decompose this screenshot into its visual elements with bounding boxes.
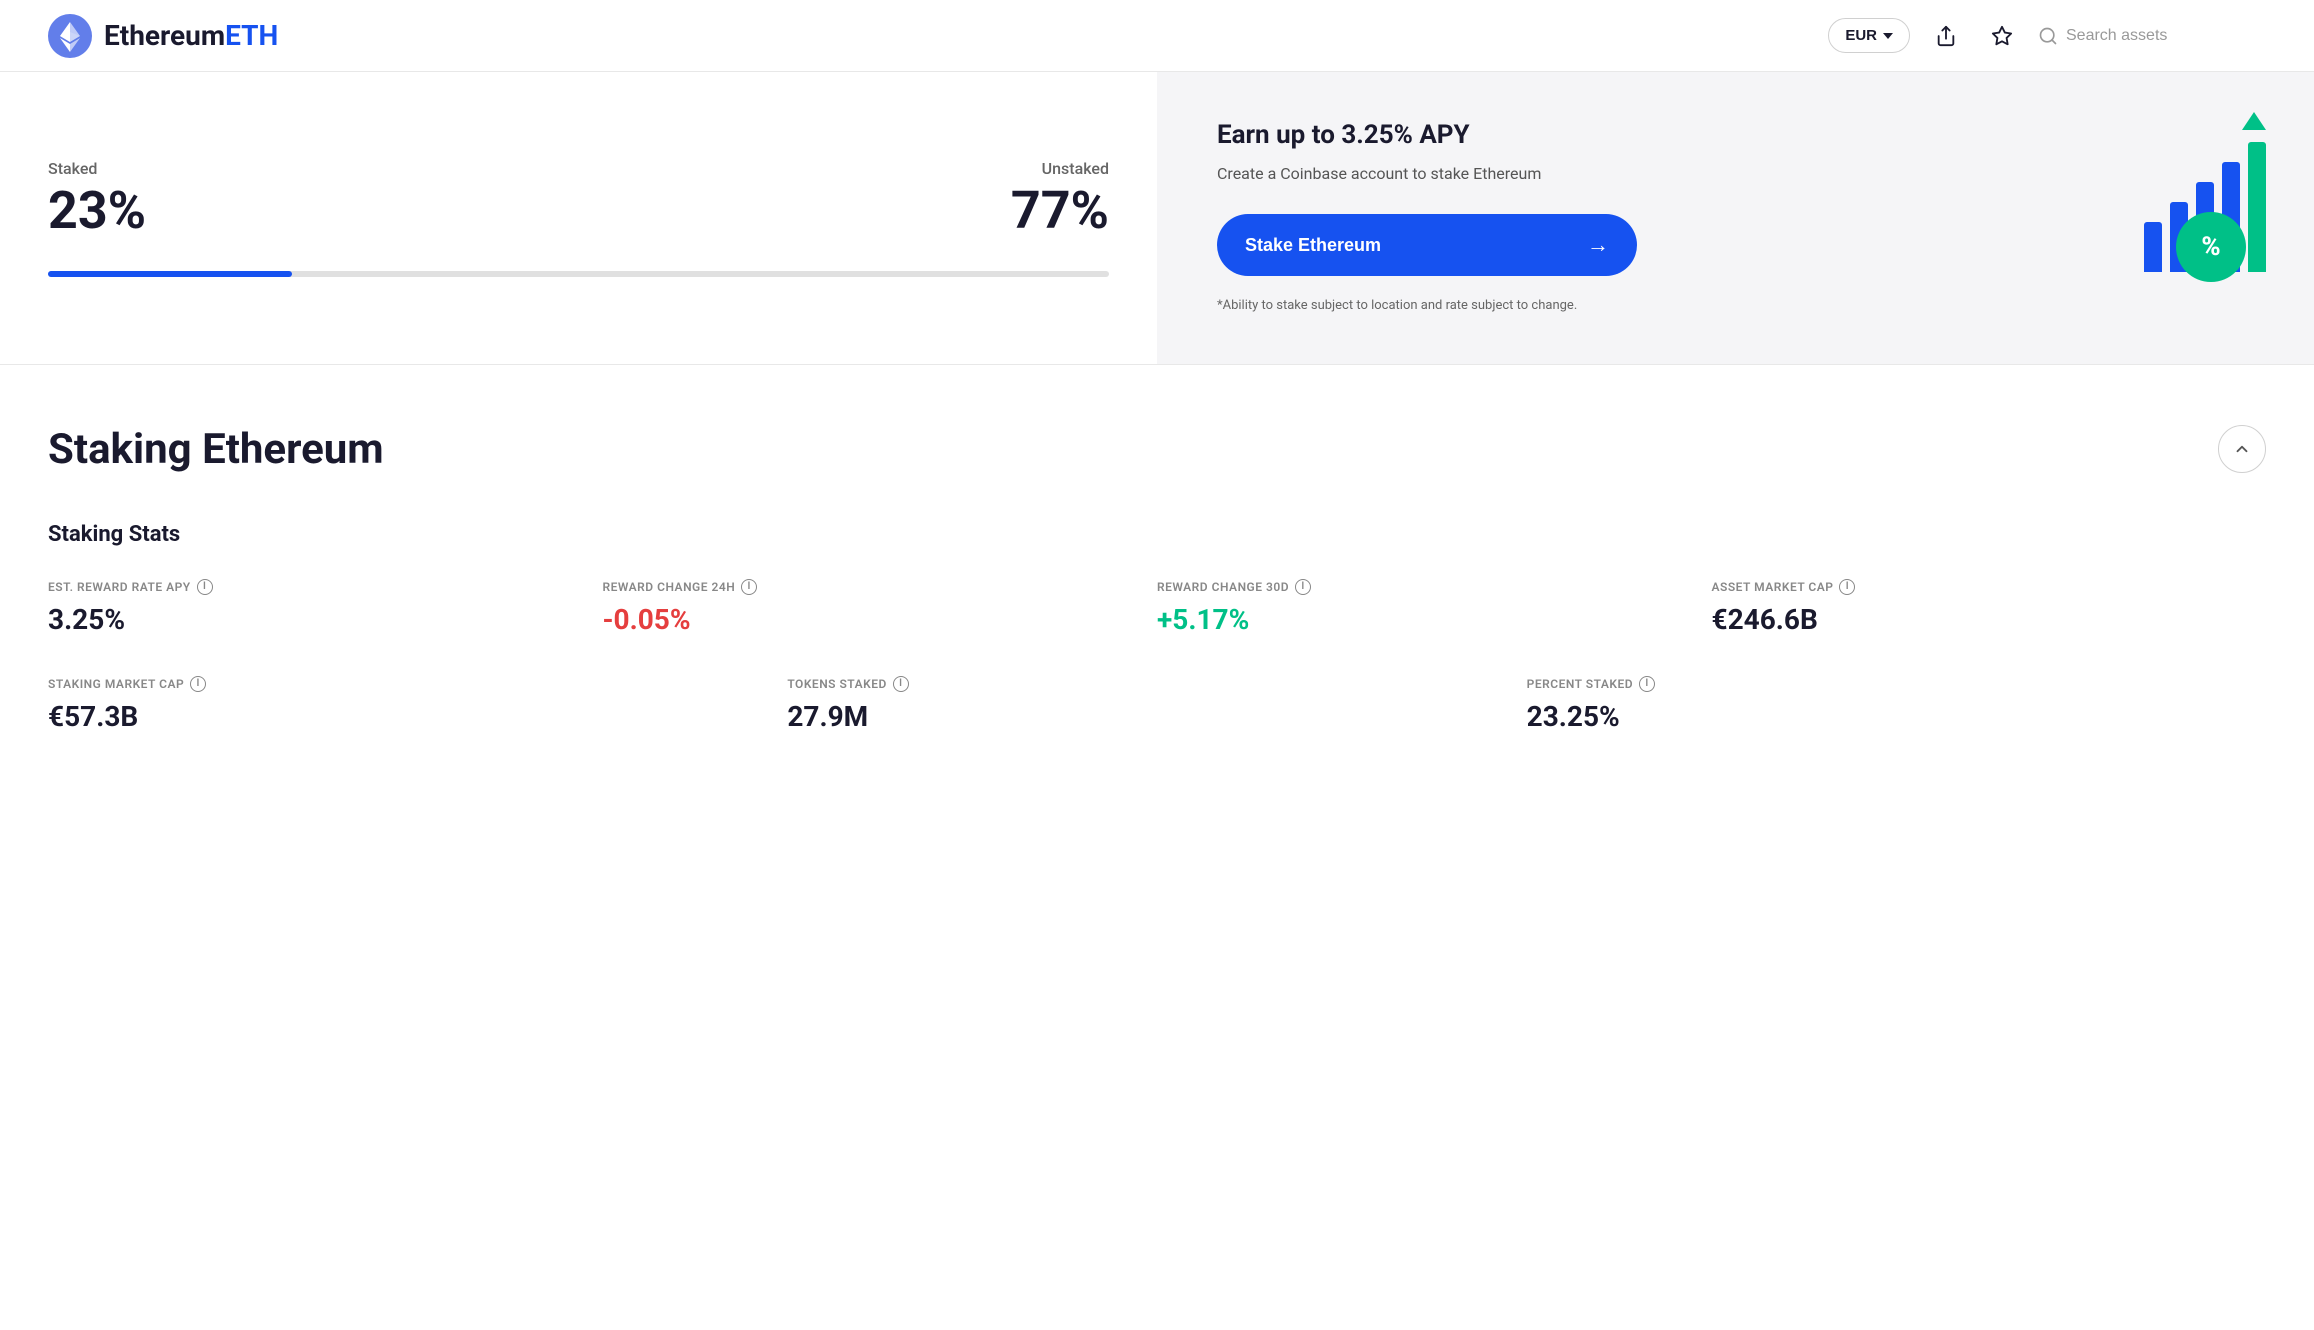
stats-grid-row2: STAKING MARKET CAP i €57.3B TOKENS STAKE… (48, 676, 2266, 733)
chart-illustration: % (2126, 112, 2266, 312)
staking-section: Staking Ethereum Staking Stats EST. REWA… (0, 365, 2314, 793)
collapse-button[interactable] (2218, 425, 2266, 473)
info-icon-row2-2[interactable]: i (1639, 676, 1655, 692)
staking-left-panel: Staked 23% Unstaked 77% (0, 72, 1157, 364)
stat-label-row1-1: REWARD CHANGE 24H i (603, 579, 1138, 595)
stat-value-row1-1: -0.05% (603, 603, 1138, 636)
stat-value-row1-3: €246.6B (1712, 603, 2247, 636)
info-icon-row1-0[interactable]: i (197, 579, 213, 595)
percent-symbol: % (2201, 232, 2220, 262)
stat-item-row1-3: ASSET MARKET CAP i €246.6B (1712, 579, 2267, 636)
page-title: EthereumETH (104, 19, 278, 52)
apy-description: Create a Coinbase account to stake Ether… (1217, 162, 2266, 186)
staking-section-title: Staking Ethereum (48, 425, 384, 474)
search-icon (2038, 26, 2058, 46)
stat-item-row1-1: REWARD CHANGE 24H i -0.05% (603, 579, 1158, 636)
info-icon-row1-1[interactable]: i (741, 579, 757, 595)
progress-bar-fill (48, 271, 292, 277)
apy-panel: Earn up to 3.25% APY Create a Coinbase a… (1157, 72, 2314, 364)
header: EthereumETH EUR (0, 0, 2314, 72)
stat-value-row1-0: 3.25% (48, 603, 583, 636)
share-icon (1935, 25, 1957, 47)
search-container (2038, 26, 2266, 46)
search-input[interactable] (2066, 27, 2266, 45)
stat-value-row2-2: 23.25% (1527, 700, 2246, 733)
apy-content: Earn up to 3.25% APY Create a Coinbase a… (1217, 120, 2266, 316)
chevron-up-icon (2233, 440, 2251, 458)
stat-item-row2-1: TOKENS STAKED i 27.9M (787, 676, 1526, 733)
unstaked-label: Unstaked (1042, 159, 1109, 178)
staked-unstaked-row: Staked 23% Unstaked 77% (48, 159, 1109, 239)
stat-item-row2-2: PERCENT STAKED i 23.25% (1527, 676, 2266, 733)
header-right: EUR (1828, 16, 2266, 56)
eth-logo-icon (48, 14, 92, 58)
unstaked-value: 77% (1011, 182, 1109, 239)
apy-disclaimer: *Ability to stake subject to location an… (1217, 296, 2266, 316)
stat-label-row2-2: PERCENT STAKED i (1527, 676, 2246, 692)
stat-label-row1-0: EST. REWARD RATE APY i (48, 579, 583, 595)
progress-bar-container (48, 271, 1109, 277)
top-section: Staked 23% Unstaked 77% Earn up to 3.25%… (0, 72, 2314, 365)
chart-bar-5 (2248, 142, 2266, 272)
currency-selector[interactable]: EUR (1828, 18, 1910, 53)
up-arrow-icon (2242, 112, 2266, 130)
info-icon-row2-1[interactable]: i (893, 676, 909, 692)
stat-label-row1-2: REWARD CHANGE 30D i (1157, 579, 1692, 595)
share-button[interactable] (1926, 16, 1966, 56)
chevron-down-icon (1883, 33, 1893, 39)
unstaked-block: Unstaked 77% (1011, 159, 1109, 239)
stat-value-row1-2: +5.17% (1157, 603, 1692, 636)
stats-grid-row1: EST. REWARD RATE APY i 3.25% REWARD CHAN… (48, 579, 2266, 636)
watchlist-button[interactable] (1982, 16, 2022, 56)
chart-bar-1 (2144, 222, 2162, 272)
stat-value-row2-1: 27.9M (787, 700, 1506, 733)
stake-button-label: Stake Ethereum (1245, 235, 1381, 256)
staked-label: Staked (48, 159, 97, 178)
apy-title: Earn up to 3.25% APY (1217, 120, 2266, 150)
staking-stats-title: Staking Stats (48, 522, 2266, 547)
info-icon-row1-2[interactable]: i (1295, 579, 1311, 595)
stat-value-row2-0: €57.3B (48, 700, 767, 733)
percent-circle: % (2176, 212, 2246, 282)
stat-label-row2-1: TOKENS STAKED i (787, 676, 1506, 692)
stat-label-row2-0: STAKING MARKET CAP i (48, 676, 767, 692)
header-left: EthereumETH (48, 14, 278, 58)
star-icon (1991, 25, 2013, 47)
staking-section-header: Staking Ethereum (48, 425, 2266, 474)
stake-ethereum-button[interactable]: Stake Ethereum → (1217, 214, 1637, 276)
stat-item-row1-0: EST. REWARD RATE APY i 3.25% (48, 579, 603, 636)
arrow-right-icon: → (1587, 232, 1609, 258)
info-icon-row2-0[interactable]: i (190, 676, 206, 692)
stat-label-row1-3: ASSET MARKET CAP i (1712, 579, 2247, 595)
stat-item-row1-2: REWARD CHANGE 30D i +5.17% (1157, 579, 1712, 636)
staked-value: 23% (48, 182, 146, 239)
stat-item-row2-0: STAKING MARKET CAP i €57.3B (48, 676, 787, 733)
info-icon-row1-3[interactable]: i (1839, 579, 1855, 595)
staked-block: Staked 23% (48, 159, 146, 239)
